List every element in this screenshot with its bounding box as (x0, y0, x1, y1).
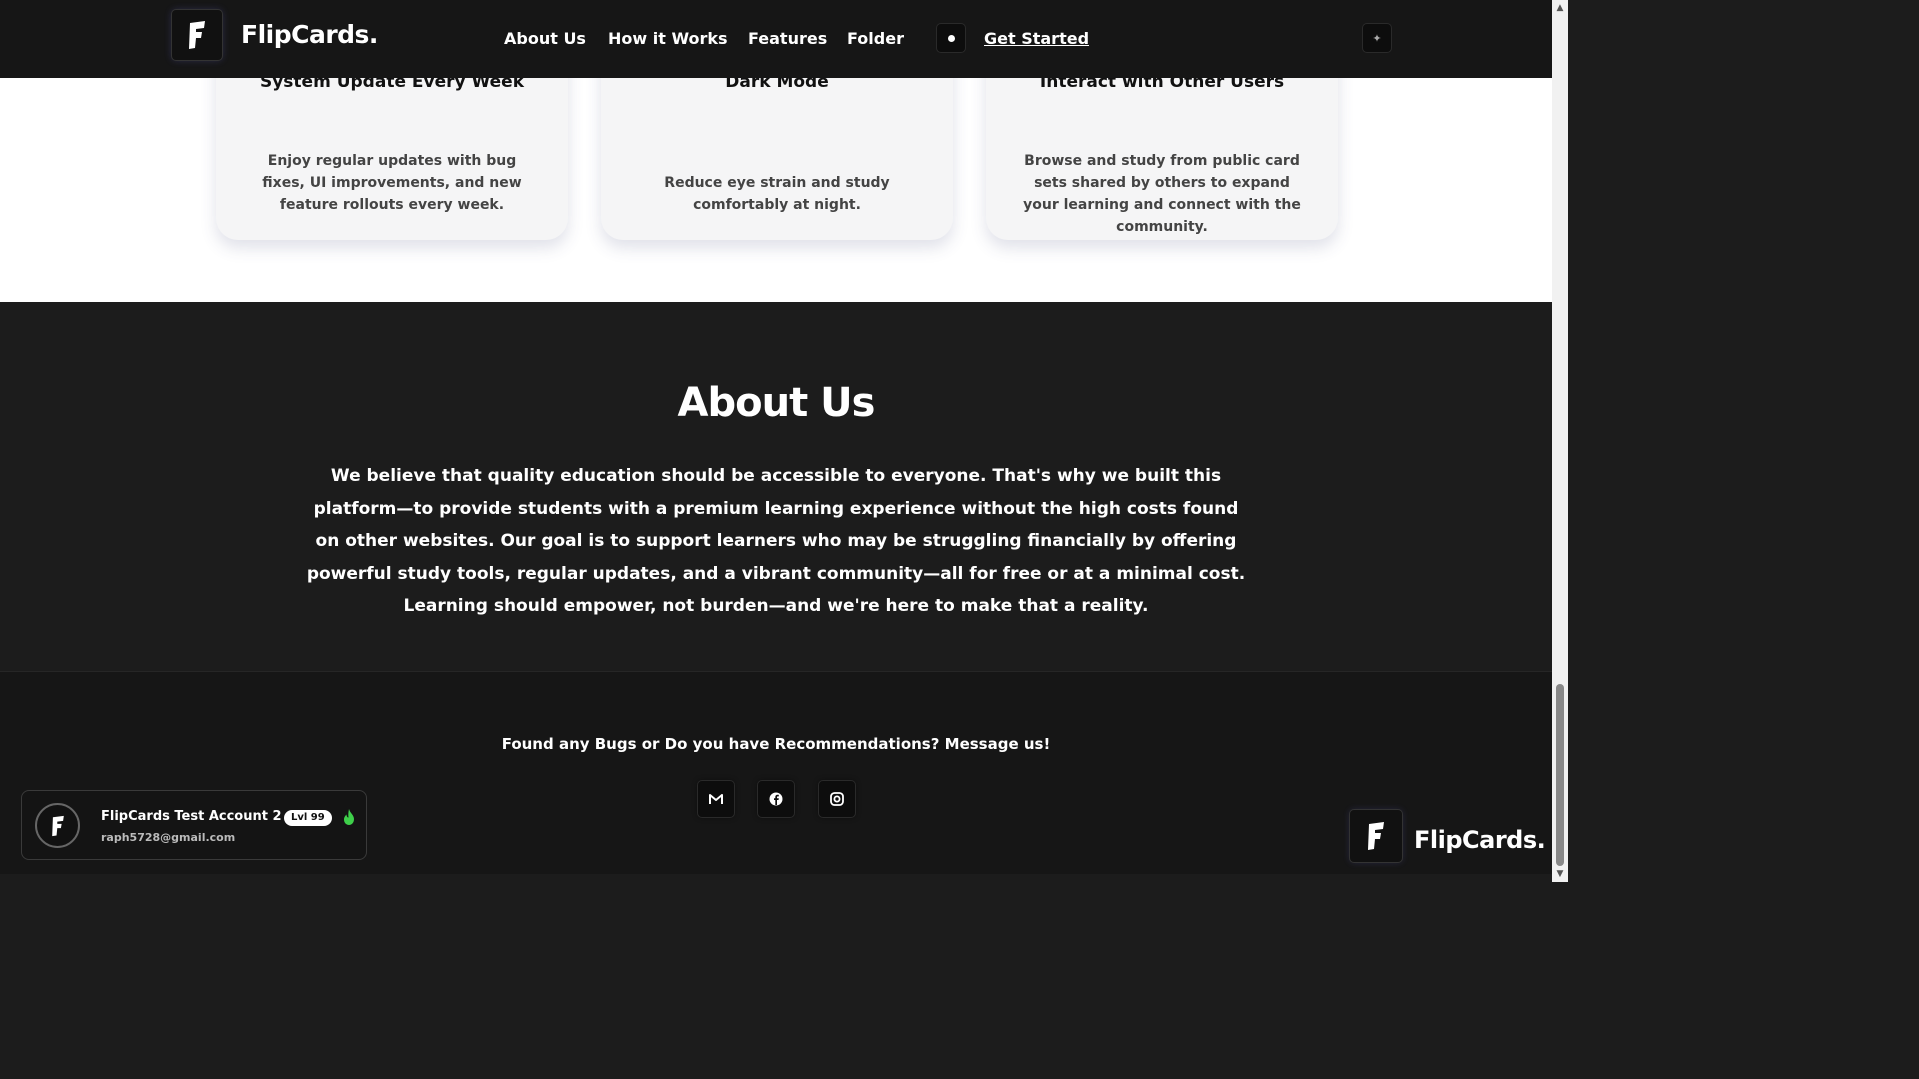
avatar[interactable] (35, 803, 80, 848)
scrollbar-thumb[interactable] (1556, 684, 1564, 866)
flame-icon (344, 809, 354, 825)
brand-name[interactable]: FlipCards. (241, 20, 378, 49)
feature-card-text: Reduce eye strain and study comfortably … (664, 175, 890, 213)
bottom-strip (0, 874, 1552, 882)
scroll-down-arrow-icon[interactable]: ▼ (1552, 866, 1568, 882)
about-body: We believe that quality education should… (306, 466, 1246, 616)
nav-how-it-works[interactable]: How it Works (608, 29, 728, 48)
flipcards-logo-icon (1368, 822, 1384, 850)
scroll-up-arrow-icon[interactable]: ▲ (1552, 0, 1568, 16)
gmail-button[interactable] (698, 781, 734, 817)
nav-features[interactable]: Features (748, 29, 827, 48)
feature-card-text: Browse and study from public card sets s… (1023, 153, 1301, 235)
nav-about-us[interactable]: About Us (504, 29, 586, 48)
sparkle-icon: ✦ (1372, 31, 1382, 45)
about-heading: About Us (677, 380, 876, 426)
instagram-button[interactable] (819, 781, 855, 817)
account-email: raph5728@gmail.com (101, 831, 236, 844)
page: System Update Every Week Enjoy regular u… (0, 0, 1568, 882)
footer-message: Found any Bugs or Do you have Recommenda… (501, 735, 1051, 753)
flipcards-logo-icon (189, 21, 205, 49)
instagram-icon (830, 792, 844, 806)
theme-toggle-button[interactable]: ✦ (1363, 24, 1391, 52)
level-badge: Lvl 99 (284, 810, 332, 826)
footer-brand-name: FlipCards. (1414, 826, 1546, 854)
dot-icon (947, 34, 955, 42)
account-card[interactable]: FlipCards Test Account 2 Lvl 99 raph5728… (21, 790, 367, 860)
facebook-button[interactable] (758, 781, 794, 817)
scrollbar[interactable]: ▲ ▼ (1552, 0, 1568, 882)
navbar: FlipCards. About Us How it Works Feature… (0, 0, 1552, 78)
nav-get-started[interactable]: Get Started (984, 29, 1089, 48)
flipcards-logo-icon (51, 815, 64, 836)
footer-logo[interactable] (1350, 810, 1402, 862)
gmail-icon (709, 793, 723, 804)
record-button[interactable] (937, 24, 965, 52)
facebook-icon (769, 792, 783, 806)
logo-button[interactable] (172, 10, 222, 60)
nav-folder[interactable]: Folder (847, 29, 904, 48)
feature-card-text: Enjoy regular updates with bug fixes, UI… (262, 153, 522, 213)
account-name: FlipCards Test Account 2 (101, 809, 282, 824)
about-section: About Us We believe that quality educati… (0, 302, 1552, 671)
